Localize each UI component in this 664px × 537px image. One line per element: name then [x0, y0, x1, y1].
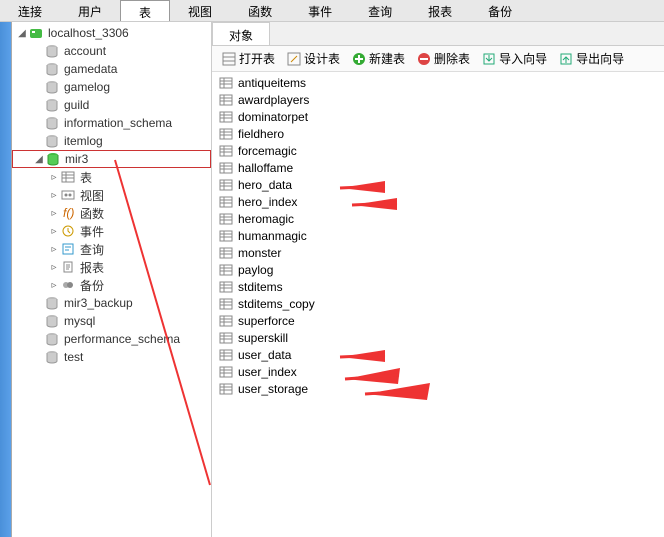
table-icon — [218, 381, 234, 397]
design-icon — [287, 52, 301, 66]
table-icon — [218, 330, 234, 346]
table-paylog[interactable]: paylog — [216, 261, 660, 278]
open-table-button[interactable]: 打开表 — [218, 48, 279, 69]
table-fieldhero[interactable]: fieldhero — [216, 125, 660, 142]
conn-root[interactable]: ◢localhost_3306 — [12, 24, 211, 42]
table-icon — [218, 211, 234, 227]
db-performance_schema[interactable]: performance_schema — [12, 330, 211, 348]
db-account[interactable]: account — [12, 42, 211, 60]
menubar: 连接用户表视图函数事件查询报表备份 — [0, 0, 664, 22]
table-icon — [218, 313, 234, 329]
node-view[interactable]: ▹视图 — [12, 186, 211, 204]
node-event[interactable]: ▹事件 — [12, 222, 211, 240]
db-test[interactable]: test — [12, 348, 211, 366]
tab-row: 对象 — [212, 22, 664, 46]
expander-icon[interactable]: ▹ — [48, 280, 60, 291]
expander-icon[interactable]: ▹ — [48, 226, 60, 237]
table-user_index[interactable]: user_index — [216, 363, 660, 380]
table-icon — [218, 296, 234, 312]
tab-objects[interactable]: 对象 — [212, 22, 270, 45]
table-stditems_copy[interactable]: stditems_copy — [216, 295, 660, 312]
db-gamelog[interactable]: gamelog — [12, 78, 211, 96]
table-icon — [218, 126, 234, 142]
menu-视图[interactable]: 视图 — [170, 0, 230, 21]
table-superskill[interactable]: superskill — [216, 329, 660, 346]
db-information_schema[interactable]: information_schema — [12, 114, 211, 132]
table-antiqueitems[interactable]: antiqueitems — [216, 74, 660, 91]
left-edge — [0, 22, 12, 537]
menu-函数[interactable]: 函数 — [230, 0, 290, 21]
table-halloffame[interactable]: halloffame — [216, 159, 660, 176]
table-monster[interactable]: monster — [216, 244, 660, 261]
expander-icon[interactable]: ▹ — [48, 208, 60, 219]
table-list: antiqueitemsawardplayersdominatorpetfiel… — [212, 72, 664, 537]
plus-icon — [352, 52, 366, 66]
expander-icon[interactable]: ◢ — [16, 28, 28, 39]
table-hero_data[interactable]: hero_data — [216, 176, 660, 193]
table-stditems[interactable]: stditems — [216, 278, 660, 295]
expander-icon[interactable]: ▹ — [48, 262, 60, 273]
db-guild[interactable]: guild — [12, 96, 211, 114]
menu-表[interactable]: 表 — [120, 0, 170, 21]
table-icon — [218, 143, 234, 159]
db-gamedata[interactable]: gamedata — [12, 60, 211, 78]
sidebar: ◢localhost_3306accountgamedatagameloggui… — [12, 22, 212, 537]
node-backup[interactable]: ▹备份 — [12, 276, 211, 294]
db-mir3_backup[interactable]: mir3_backup — [12, 294, 211, 312]
import-wizard-button[interactable]: 导入向导 — [478, 48, 551, 69]
content: 对象 打开表 设计表 新建表 删除表 导入向导 — [212, 22, 664, 537]
table-heromagic[interactable]: heromagic — [216, 210, 660, 227]
table-user_storage[interactable]: user_storage — [216, 380, 660, 397]
expander-icon[interactable]: ▹ — [48, 244, 60, 255]
menu-查询[interactable]: 查询 — [350, 0, 410, 21]
menu-报表[interactable]: 报表 — [410, 0, 470, 21]
delete-icon — [417, 52, 431, 66]
grid-icon — [222, 52, 236, 66]
table-icon — [218, 194, 234, 210]
design-table-button[interactable]: 设计表 — [283, 48, 344, 69]
node-query[interactable]: ▹查询 — [12, 240, 211, 258]
table-icon — [218, 245, 234, 261]
table-icon — [218, 75, 234, 91]
table-superforce[interactable]: superforce — [216, 312, 660, 329]
table-icon — [218, 347, 234, 363]
node-report[interactable]: ▹报表 — [12, 258, 211, 276]
menu-事件[interactable]: 事件 — [290, 0, 350, 21]
expander-icon[interactable]: ▹ — [48, 172, 60, 183]
table-user_data[interactable]: user_data — [216, 346, 660, 363]
table-forcemagic[interactable]: forcemagic — [216, 142, 660, 159]
db-mir3[interactable]: ◢mir3 — [12, 150, 211, 168]
menu-备份[interactable]: 备份 — [470, 0, 530, 21]
expander-icon[interactable]: ◢ — [33, 154, 45, 165]
node-func[interactable]: ▹f()函数 — [12, 204, 211, 222]
table-icon — [218, 279, 234, 295]
export-wizard-button[interactable]: 导出向导 — [555, 48, 628, 69]
new-table-button[interactable]: 新建表 — [348, 48, 409, 69]
table-hero_index[interactable]: hero_index — [216, 193, 660, 210]
table-icon — [218, 228, 234, 244]
node-table[interactable]: ▹表 — [12, 168, 211, 186]
svg-text:f(): f() — [63, 206, 74, 220]
delete-table-button[interactable]: 删除表 — [413, 48, 474, 69]
table-icon — [218, 109, 234, 125]
table-icon — [218, 364, 234, 380]
expander-icon[interactable]: ▹ — [48, 190, 60, 201]
table-icon — [218, 177, 234, 193]
menu-用户[interactable]: 用户 — [60, 0, 120, 21]
toolbar: 打开表 设计表 新建表 删除表 导入向导 导出向导 — [212, 46, 664, 72]
menu-连接[interactable]: 连接 — [0, 0, 60, 21]
table-icon — [218, 160, 234, 176]
db-itemlog[interactable]: itemlog — [12, 132, 211, 150]
table-icon — [218, 262, 234, 278]
export-icon — [559, 52, 573, 66]
table-awardplayers[interactable]: awardplayers — [216, 91, 660, 108]
db-mysql[interactable]: mysql — [12, 312, 211, 330]
table-dominatorpet[interactable]: dominatorpet — [216, 108, 660, 125]
import-icon — [482, 52, 496, 66]
table-icon — [218, 92, 234, 108]
table-humanmagic[interactable]: humanmagic — [216, 227, 660, 244]
